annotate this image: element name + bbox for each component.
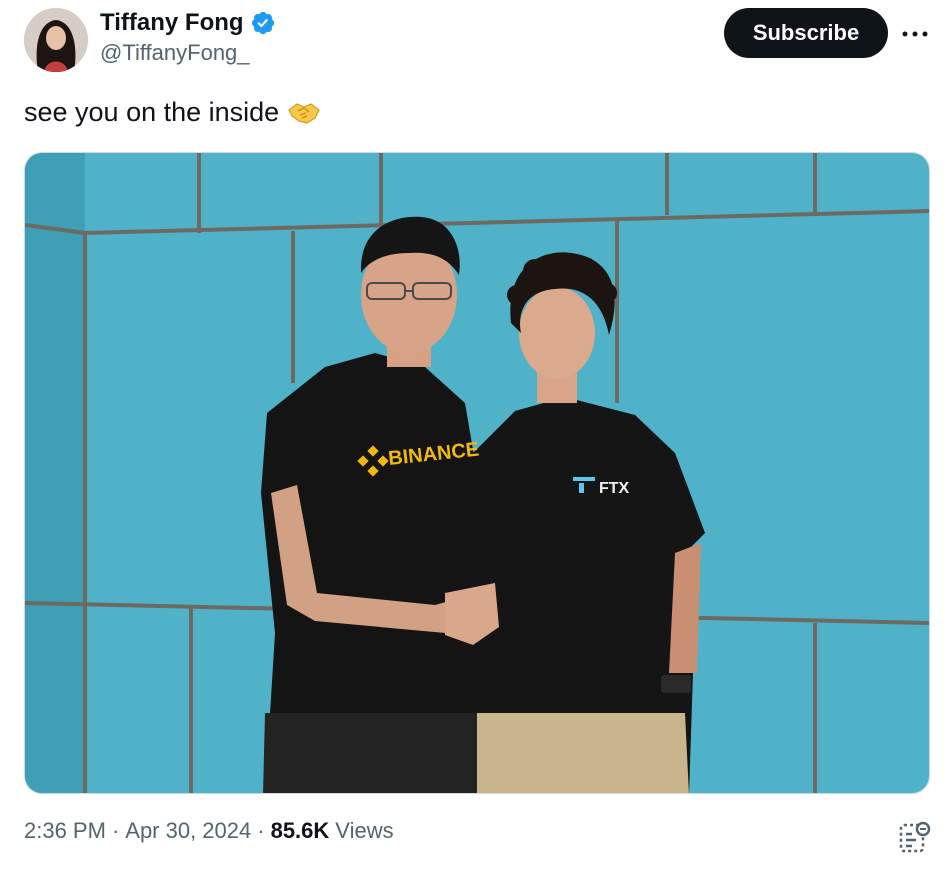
author-name[interactable]: Tiffany Fong (100, 9, 244, 37)
avatar-image (24, 8, 88, 72)
tweet-text: see you on the inside (24, 94, 321, 130)
author-handle[interactable]: @TiffanyFong_ (100, 40, 276, 66)
tweet-time[interactable]: 2:36 PM (24, 818, 106, 844)
meta-separator: · (111, 818, 120, 843)
tweet-photo[interactable]: BINANCE FTX (24, 152, 930, 794)
tweet-text-content: see you on the inside (24, 97, 280, 127)
handshake-emoji-icon (288, 103, 320, 124)
ftx-shirt-text: FTX (599, 480, 630, 497)
subscribe-button[interactable]: Subscribe (724, 8, 888, 58)
tweet-date[interactable]: Apr 30, 2024 (125, 818, 251, 844)
views-count: 85.6K (270, 818, 330, 843)
avatar[interactable] (24, 8, 88, 72)
author-block: Tiffany Fong @TiffanyFong_ (100, 8, 276, 66)
verified-badge-icon[interactable] (250, 10, 276, 36)
views-label: Views (335, 818, 394, 843)
photo-illustration: BINANCE FTX (25, 153, 929, 793)
more-dots-icon[interactable] (900, 22, 930, 46)
analytics-icon[interactable] (898, 820, 932, 854)
meta-separator: · (257, 818, 265, 843)
tweet-meta: 2:36 PM · Apr 30, 2024 · 85.6K Views (24, 818, 394, 844)
